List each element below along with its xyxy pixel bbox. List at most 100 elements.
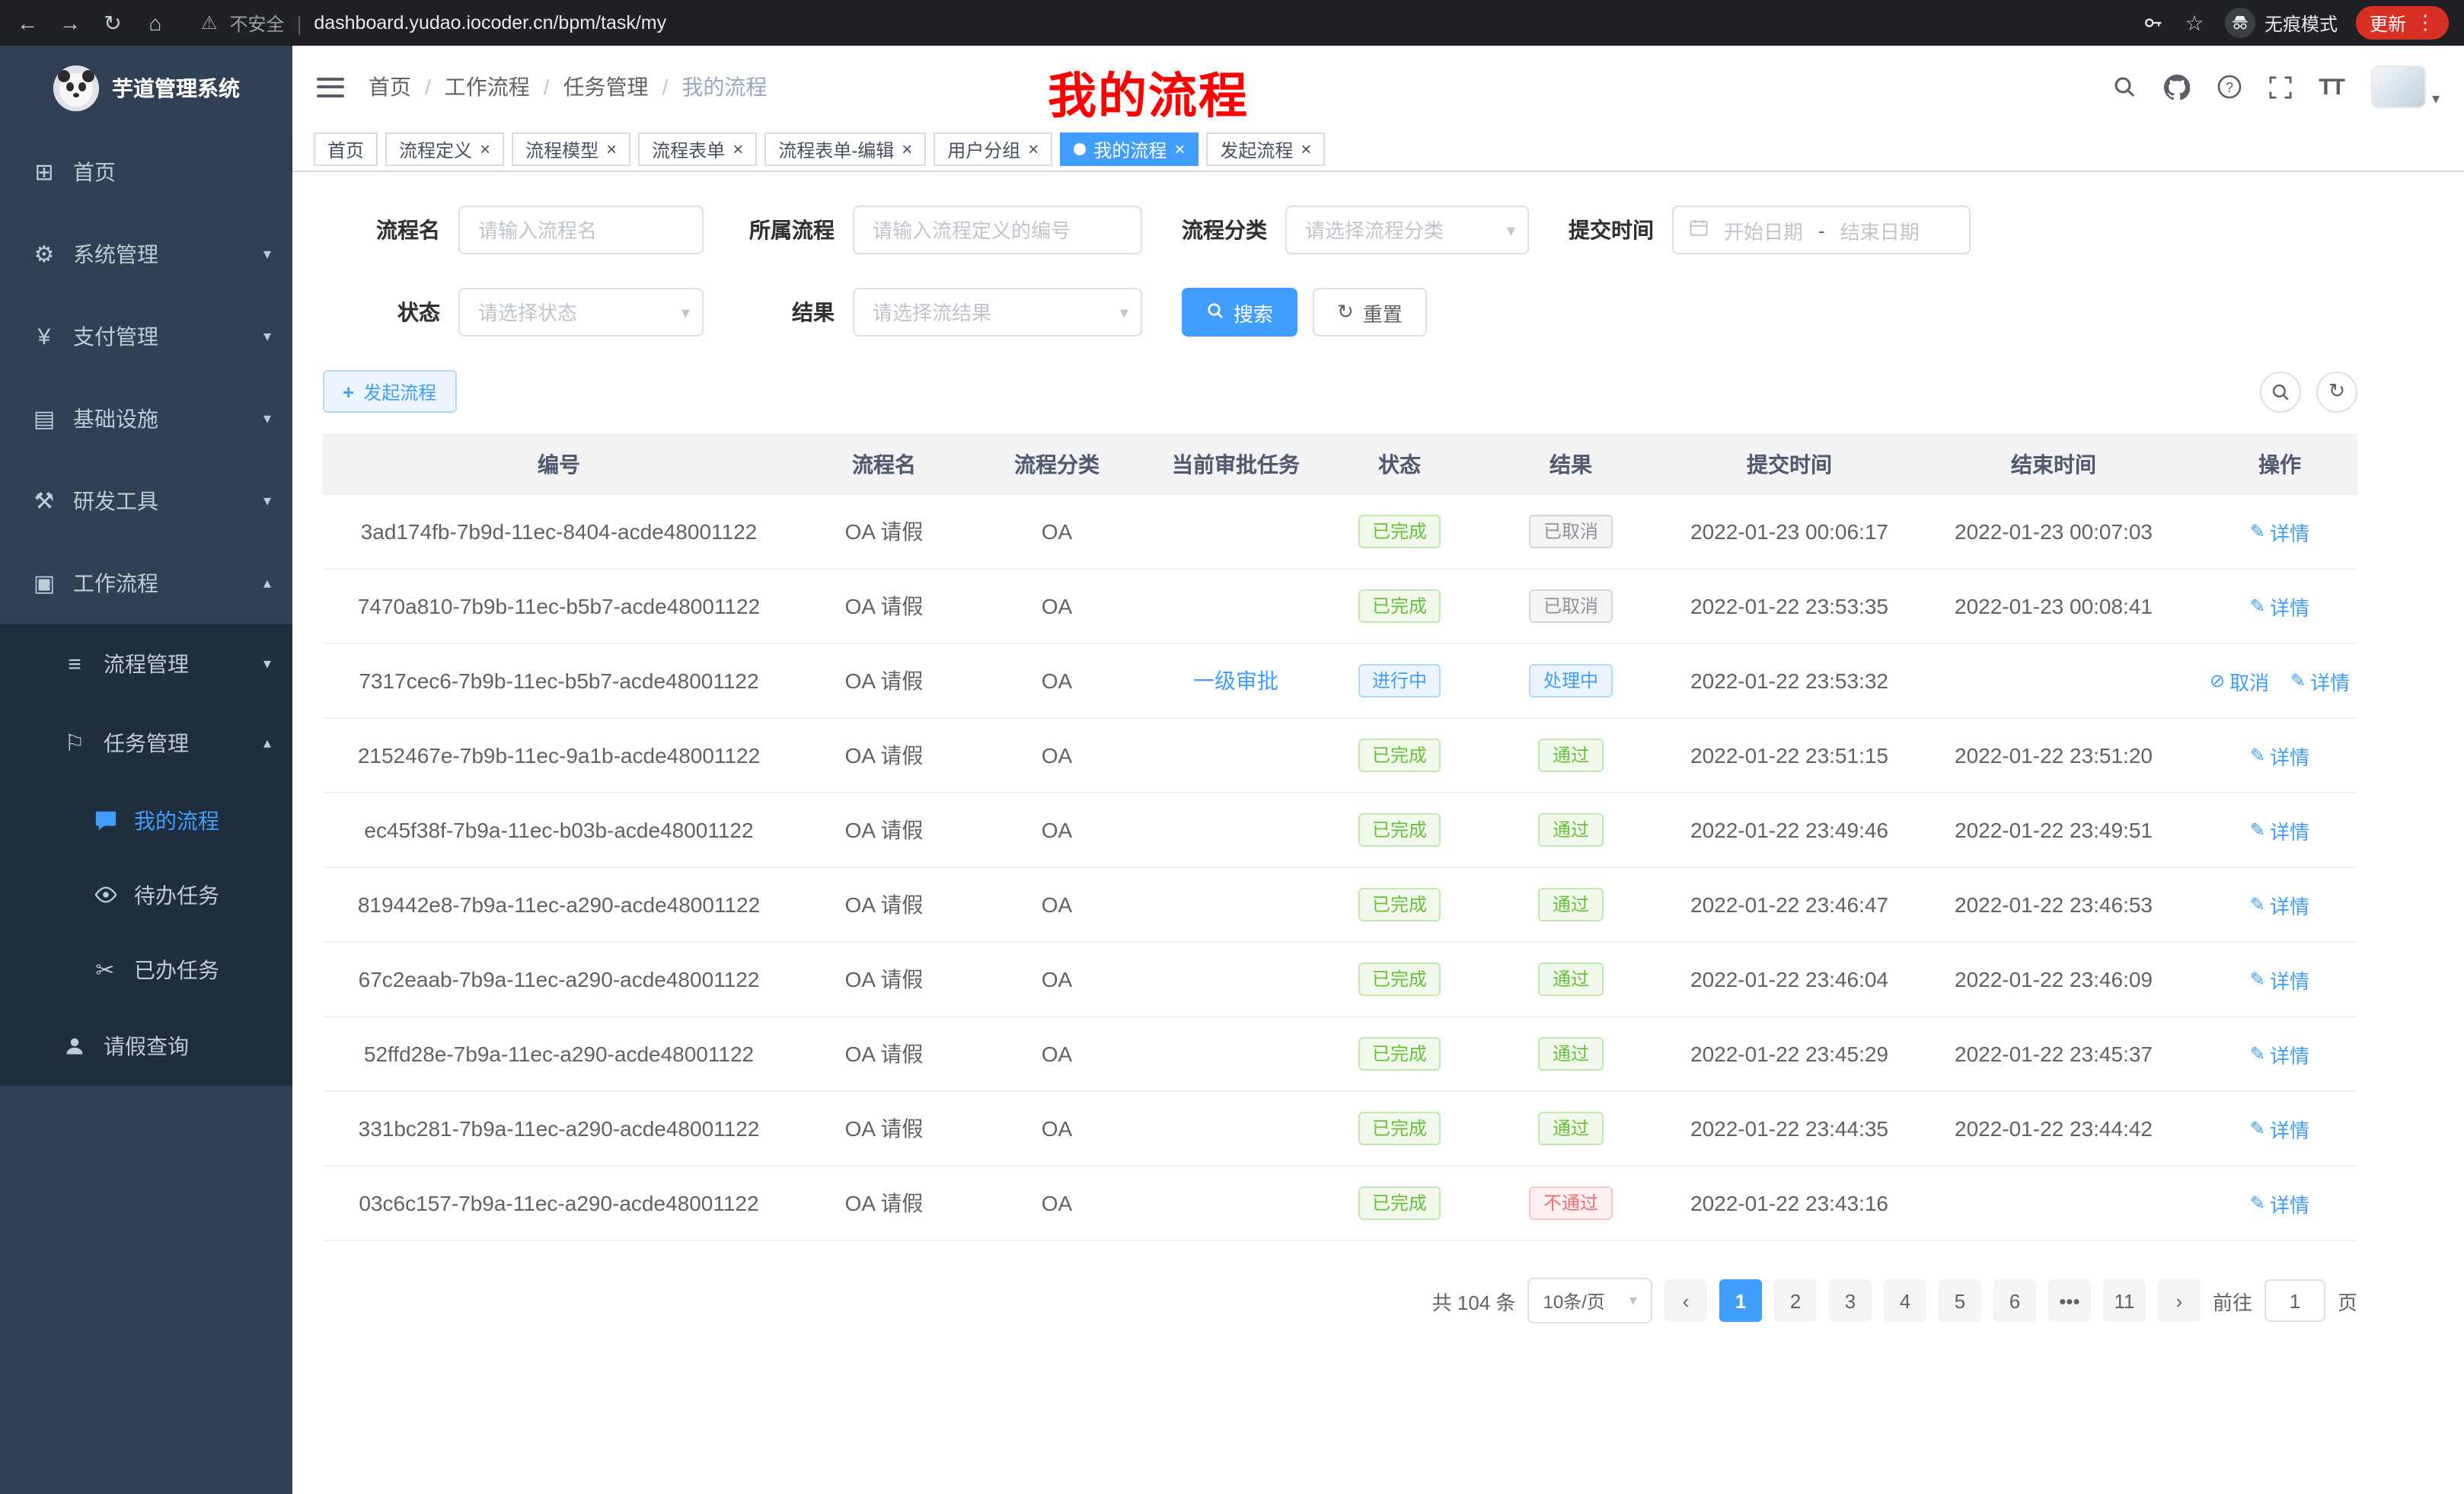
start-process-button[interactable]: + 发起流程	[323, 370, 456, 413]
detail-link[interactable]: ✎详情	[2250, 1114, 2309, 1143]
detail-link[interactable]: ✎详情	[2250, 890, 2309, 919]
page-content: 流程名 所属流程 流程分类 ▾ 提	[292, 172, 2464, 1494]
sidebar-item-task-management[interactable]: ⚐ 任务管理 ▴	[0, 704, 292, 783]
tab-process-form[interactable]: 流程表单 ×	[638, 132, 757, 166]
fullscreen-icon[interactable]	[2268, 75, 2291, 98]
user-avatar-dropdown[interactable]: ▾	[2371, 65, 2440, 108]
sidebar-item-done-tasks[interactable]: ✂ 已办任务	[0, 932, 292, 1007]
page-button-5[interactable]: 5	[1939, 1279, 1981, 1322]
close-icon[interactable]: ×	[732, 140, 743, 158]
sidebar-item-devtools[interactable]: ⚒ 研发工具 ▾	[0, 460, 292, 542]
browser-menu-icon[interactable]: ⋮	[2415, 11, 2435, 35]
password-key-icon[interactable]	[2143, 12, 2164, 34]
toggle-search-button[interactable]	[2260, 371, 2301, 412]
next-page-button[interactable]: ›	[2158, 1279, 2201, 1322]
detail-link[interactable]: ✎详情	[2250, 592, 2309, 621]
yen-icon: ¥	[30, 324, 58, 350]
tab-user-group[interactable]: 用户分组 ×	[934, 132, 1052, 166]
help-icon[interactable]: ?	[2217, 75, 2241, 99]
address-bar[interactable]: ⚠ 不安全 | dashboard.yudao.iocoder.cn/bpm/t…	[201, 10, 666, 36]
search-button[interactable]: 搜索	[1182, 288, 1297, 337]
status-badge: 已完成	[1358, 1037, 1441, 1071]
sidebar-item-home[interactable]: ⊞ 首页	[0, 131, 292, 213]
close-icon[interactable]: ×	[606, 140, 617, 158]
current-task-link[interactable]: 一级审批	[1193, 669, 1278, 693]
submit-time-range-picker[interactable]: 开始日期 - 结束日期	[1672, 206, 1971, 254]
process-def-input[interactable]	[853, 206, 1142, 254]
page-ellipsis[interactable]: •••	[2048, 1279, 2091, 1322]
chevron-down-icon: ▾	[2432, 91, 2440, 108]
close-icon[interactable]: ×	[1301, 140, 1311, 158]
chevron-down-icon: ▾	[263, 656, 271, 672]
tab-process-form-edit[interactable]: 流程表单-编辑 ×	[764, 132, 926, 166]
close-icon[interactable]: ×	[1028, 140, 1039, 158]
sidebar-item-infrastructure[interactable]: ▤ 基础设施 ▾	[0, 378, 292, 460]
end-time: 2022-01-22 23:44:42	[1905, 1116, 2202, 1141]
category-select-input[interactable]	[1285, 206, 1529, 254]
breadcrumb-task-management[interactable]: 任务管理	[563, 72, 649, 102]
hamburger-icon[interactable]	[317, 77, 344, 97]
process-id: 331bc281-7b9a-11ec-a290-acde48001122	[323, 1116, 795, 1141]
close-icon[interactable]: ×	[1174, 140, 1185, 158]
page-size-select[interactable]: 10条/页 ▾	[1528, 1278, 1652, 1323]
process-name-input[interactable]	[458, 206, 704, 254]
reset-button[interactable]: ↻ 重置	[1313, 288, 1427, 337]
prev-page-button[interactable]: ‹	[1664, 1279, 1707, 1322]
cancel-link[interactable]: ⊘取消	[2210, 666, 2269, 695]
breadcrumb-home[interactable]: 首页	[369, 72, 411, 102]
goto-page-input[interactable]	[2265, 1279, 2325, 1322]
tab-home[interactable]: 首页	[314, 132, 378, 166]
sidebar-item-leave-query[interactable]: 请假查询	[0, 1007, 292, 1086]
refresh-table-button[interactable]: ↻	[2316, 371, 2357, 412]
status-select[interactable]: ▾	[458, 288, 704, 337]
tab-start-process[interactable]: 发起流程 ×	[1206, 132, 1325, 166]
search-icon[interactable]	[2111, 75, 2136, 99]
breadcrumb-workflow[interactable]: 工作流程	[445, 72, 530, 102]
chat-bubble-icon	[91, 809, 119, 832]
sidebar-item-label: 待办任务	[134, 879, 219, 910]
result-select[interactable]: ▾	[853, 288, 1142, 337]
filter-label-process-def: 所属流程	[743, 215, 835, 245]
sidebar-item-todo-tasks[interactable]: 待办任务	[0, 857, 292, 932]
sidebar-item-process-management[interactable]: ≡ 流程管理 ▾	[0, 624, 292, 704]
result-badge: 已取消	[1530, 589, 1612, 623]
github-icon[interactable]	[2163, 74, 2189, 100]
font-size-icon[interactable]: TT	[2319, 74, 2344, 100]
detail-link[interactable]: ✎详情	[2250, 1189, 2309, 1218]
page-button-2[interactable]: 2	[1774, 1279, 1817, 1322]
edit-icon: ✎	[2250, 595, 2265, 617]
detail-link[interactable]: ✎详情	[2250, 741, 2309, 770]
detail-link[interactable]: ✎详情	[2250, 816, 2309, 844]
browser-refresh-icon[interactable]: ↻	[101, 0, 125, 46]
browser-update-button[interactable]: 更新 ⋮	[2356, 6, 2449, 40]
browser-forward-icon[interactable]: →	[58, 0, 82, 46]
detail-link[interactable]: ✎详情	[2250, 965, 2309, 994]
page-button-4[interactable]: 4	[1884, 1279, 1926, 1322]
result-select-input[interactable]	[853, 288, 1142, 337]
category-select[interactable]: ▾	[1285, 206, 1529, 254]
page-button-11[interactable]: 11	[2103, 1279, 2146, 1322]
detail-link[interactable]: ✎详情	[2290, 666, 2350, 695]
close-icon[interactable]: ×	[480, 140, 490, 158]
page-button-1[interactable]: 1	[1719, 1279, 1762, 1322]
page-button-3[interactable]: 3	[1829, 1279, 1872, 1322]
bookmark-star-icon[interactable]: ☆	[2182, 0, 2207, 46]
page-button-6[interactable]: 6	[1993, 1279, 2036, 1322]
sidebar-item-payment[interactable]: ¥ 支付管理 ▾	[0, 295, 292, 378]
detail-link[interactable]: ✎详情	[2250, 1039, 2309, 1068]
status-select-input[interactable]	[458, 288, 704, 337]
browser-home-icon[interactable]: ⌂	[143, 0, 168, 46]
browser-back-icon[interactable]: ←	[15, 0, 40, 46]
status-badge: 已完成	[1358, 1112, 1441, 1145]
sidebar-item-my-process[interactable]: 我的流程	[0, 783, 292, 857]
tab-process-definition[interactable]: 流程定义 ×	[385, 132, 504, 166]
sidebar-item-workflow[interactable]: ▣ 工作流程 ▴	[0, 542, 292, 624]
app-logo: 芋道管理系统	[0, 46, 292, 131]
detail-link[interactable]: ✎详情	[2250, 517, 2309, 546]
close-icon[interactable]: ×	[902, 140, 912, 158]
tab-process-model[interactable]: 流程模型 ×	[512, 132, 630, 166]
tab-my-process[interactable]: 我的流程 ×	[1060, 132, 1198, 166]
process-id: 7470a810-7b9b-11ec-b5b7-acde48001122	[323, 594, 795, 618]
sidebar-item-system[interactable]: ⚙ 系统管理 ▾	[0, 213, 292, 295]
incognito-badge[interactable]: 无痕模式	[2225, 8, 2338, 38]
